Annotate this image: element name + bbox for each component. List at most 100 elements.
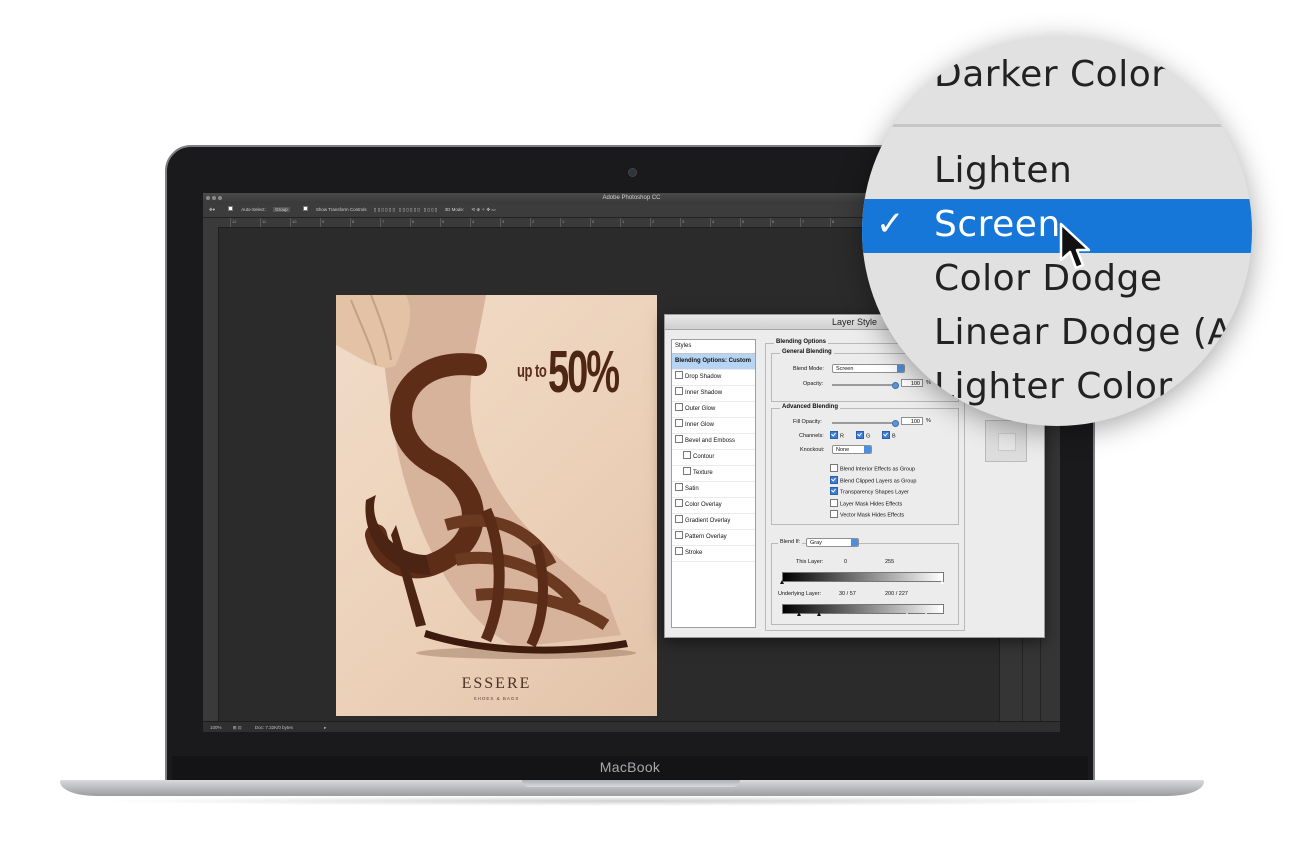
opacity-slider[interactable] — [832, 382, 899, 389]
style-checkbox[interactable] — [683, 467, 691, 476]
slider-knob[interactable] — [892, 382, 899, 389]
this-layer-gradient[interactable] — [782, 572, 944, 582]
style-item-texture[interactable]: Texture — [672, 466, 755, 482]
ruler-left — [210, 227, 219, 721]
style-checkbox[interactable] — [675, 435, 683, 444]
minimize-window-icon[interactable] — [212, 196, 216, 200]
style-item-bevel-and-emboss[interactable]: Bevel and Emboss — [672, 434, 755, 450]
option-blend-interior-effects-as-group[interactable]: Blend Interior Effects as Group — [830, 464, 915, 473]
styles-header[interactable]: Styles — [672, 340, 755, 354]
auto-select-checkbox[interactable]: Auto-Select: — [222, 206, 266, 212]
underlying-layer-gradient[interactable] — [782, 604, 944, 614]
ruler-tick-label: 2 — [652, 219, 655, 224]
style-checkbox[interactable] — [675, 419, 683, 428]
zoom-level[interactable]: 100% — [210, 725, 222, 730]
this-layer-high: 255 — [885, 559, 895, 565]
channel-r-checkbox[interactable]: R — [830, 431, 844, 440]
ruler-tick — [290, 218, 291, 227]
menu-item-darker-color[interactable]: Darker Color — [934, 54, 1167, 95]
menu-item-lighter-color[interactable]: Lighter Color — [934, 366, 1173, 407]
style-checkbox[interactable] — [675, 499, 683, 508]
option-vector-mask-hides-effects[interactable]: Vector Mask Hides Effects — [830, 510, 904, 519]
menu-item-linear-dodge[interactable]: Linear Dodge (Add) — [934, 312, 1252, 353]
opacity-input[interactable]: 100 — [901, 379, 923, 387]
this-layer-black-slider[interactable] — [780, 580, 784, 584]
option-blend-clipped-layers-as-group[interactable]: Blend Clipped Layers as Group — [830, 475, 916, 485]
magnifier-callout: Darker Color Lighten ✓ Screen Color Dodg… — [862, 36, 1252, 426]
menu-item-screen[interactable]: Screen — [934, 204, 1061, 245]
blend-mode-value: Screen — [836, 366, 854, 372]
fill-opacity-input[interactable]: 100 — [901, 417, 923, 425]
style-item-color-overlay[interactable]: Color Overlay — [672, 498, 755, 514]
style-checkbox[interactable] — [675, 387, 683, 396]
style-item-inner-glow[interactable]: Inner Glow — [672, 418, 755, 434]
style-checkbox[interactable] — [675, 547, 683, 556]
channel-b-checkbox[interactable]: B — [882, 431, 896, 440]
style-item-label: Color Overlay — [685, 502, 722, 508]
style-checkbox[interactable] — [675, 371, 683, 380]
style-item-stroke[interactable]: Stroke — [672, 546, 755, 562]
underlying-white-slider-left[interactable] — [905, 612, 909, 616]
style-item-inner-shadow[interactable]: Inner Shadow — [672, 386, 755, 402]
option-transparency-shapes-layer[interactable]: Transparency Shapes Layer — [830, 487, 909, 496]
style-checkbox[interactable] — [675, 403, 683, 412]
this-layer-white-slider[interactable] — [940, 580, 944, 584]
fill-opacity-percent: % — [926, 418, 931, 424]
underlying-white-slider-right[interactable] — [924, 612, 928, 616]
ruler-tick — [680, 218, 681, 227]
style-item-gradient-overlay[interactable]: Gradient Overlay — [672, 514, 755, 530]
blend-if-select[interactable]: Gray — [806, 538, 859, 547]
ruler-tick — [380, 218, 381, 227]
zoom-window-icon[interactable] — [218, 196, 222, 200]
dropdown-arrow-icon — [851, 539, 858, 546]
channel-g-checkbox[interactable]: G — [856, 431, 870, 440]
style-checkbox[interactable] — [675, 531, 683, 540]
align-icons[interactable]: ▯ ▯ ▯ ▯ ▯ ▯ ▯ ▯ ▯ ▯ ▯ ▯ ▯ ▯ ▯ ▯ — [374, 207, 437, 212]
option-checkbox[interactable] — [830, 510, 838, 518]
close-window-icon[interactable] — [206, 196, 210, 200]
show-transform-checkbox[interactable]: Show Transform Controls — [297, 206, 367, 212]
poster-percent-text: 50% — [548, 341, 620, 407]
style-item-blending-options-custom[interactable]: Blending Options: Custom — [672, 354, 755, 370]
option-checkbox[interactable] — [830, 487, 838, 495]
style-item-pattern-overlay[interactable]: Pattern Overlay — [672, 530, 755, 546]
menu-item-color-dodge[interactable]: Color Dodge — [934, 258, 1163, 299]
status-arrow-icon[interactable]: ▸ — [324, 725, 326, 730]
knockout-select[interactable]: None — [832, 445, 872, 454]
blend-mode-select[interactable]: Screen — [832, 364, 905, 373]
mouse-cursor-icon — [1059, 222, 1091, 270]
blending-options-legend: Blending Options — [774, 339, 828, 345]
option-checkbox[interactable] — [830, 498, 838, 507]
menu-item-lighten[interactable]: Lighten — [934, 150, 1072, 191]
style-item-contour[interactable]: Contour — [672, 450, 755, 466]
ruler-tick-label: 8 — [352, 219, 355, 224]
slider-knob[interactable] — [892, 420, 899, 427]
blend-mode-label: Blend Mode: — [793, 366, 824, 372]
style-checkbox[interactable] — [675, 483, 683, 492]
option-checkbox[interactable] — [830, 464, 838, 472]
laptop-bezel: MacBook — [172, 756, 1088, 782]
style-item-satin[interactable]: Satin — [672, 482, 755, 498]
ruler-tick-label: 3 — [502, 219, 505, 224]
poster-brand: ESSERE — [461, 675, 532, 692]
style-checkbox[interactable] — [675, 515, 683, 524]
underlying-layer-label: Underlying Layer: — [778, 591, 822, 597]
style-item-drop-shadow[interactable]: Drop Shadow — [672, 370, 755, 386]
ruler-tick — [350, 218, 351, 227]
poster-image: up to 50% ESSERE SHOES & BAGS — [336, 295, 657, 716]
style-item-label: Blending Options: Custom — [675, 358, 751, 364]
laptop-label: MacBook — [599, 759, 661, 775]
style-checkbox[interactable] — [683, 451, 691, 460]
option-checkbox[interactable] — [830, 475, 838, 484]
auto-select-dropdown[interactable]: Group — [273, 207, 290, 212]
move-tool-icon[interactable]: ✥▾ — [209, 207, 215, 212]
style-item-outer-glow[interactable]: Outer Glow — [672, 402, 755, 418]
ruler-tick-label: 0 — [592, 219, 595, 224]
channels-label: Channels: — [799, 433, 824, 439]
underlying-black-slider-right[interactable] — [817, 612, 821, 616]
view-icons[interactable]: ⊞ ⊡ — [233, 725, 242, 730]
underlying-black-slider-left[interactable] — [797, 612, 801, 616]
option-layer-mask-hides-effects[interactable]: Layer Mask Hides Effects — [830, 498, 902, 508]
3d-mode-icons[interactable]: ⟲ ⊕ ✧ ✥ ▭ — [471, 207, 495, 212]
fill-opacity-slider[interactable] — [832, 420, 899, 427]
